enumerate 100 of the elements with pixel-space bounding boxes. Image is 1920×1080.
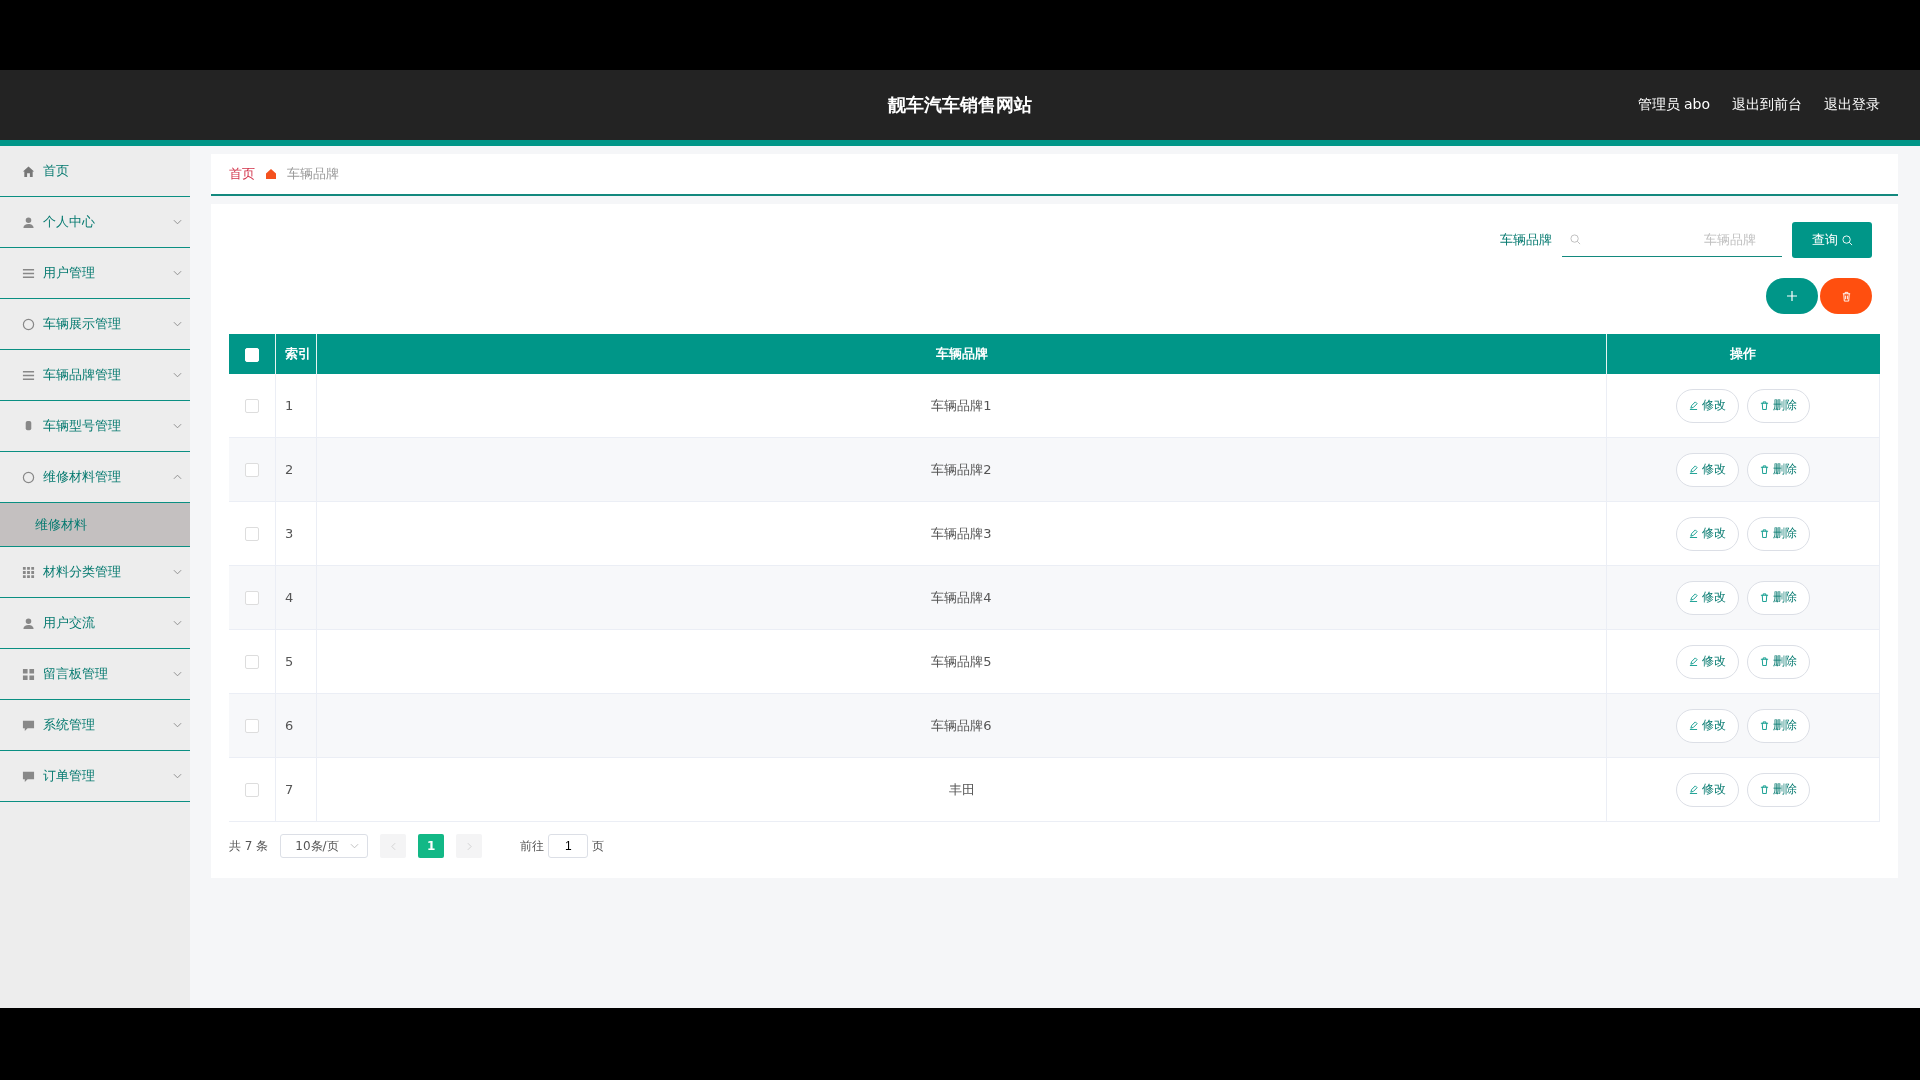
prev-page-button[interactable] xyxy=(380,834,407,858)
menu-icon xyxy=(22,667,35,681)
chevron-icon xyxy=(173,671,182,677)
menu-icon xyxy=(22,164,35,178)
next-page-button[interactable] xyxy=(456,834,483,858)
sidebar-item[interactable]: 车辆品牌管理 xyxy=(0,350,190,401)
add-button[interactable] xyxy=(1766,278,1818,314)
page-suffix: 页 xyxy=(592,837,605,855)
sidebar-item[interactable]: 订单管理 xyxy=(0,751,190,802)
chevron-icon xyxy=(350,843,360,849)
table-cell: 车辆品牌3 xyxy=(316,501,1607,566)
sidebar-item[interactable]: 车辆型号管理 xyxy=(0,401,190,452)
menu-icon xyxy=(22,718,35,732)
submenu-item[interactable]: 维修材料 xyxy=(0,503,190,547)
edit-button[interactable]: 修改 xyxy=(1676,772,1739,807)
table-cell: 车辆品牌2 xyxy=(316,437,1607,502)
delete-row-button[interactable]: 删除 xyxy=(1747,388,1810,423)
edit-button[interactable]: 修改 xyxy=(1676,580,1739,615)
row-checkbox[interactable] xyxy=(245,783,259,798)
row-checkbox[interactable] xyxy=(245,463,259,478)
menu-icon xyxy=(22,317,35,331)
column-header: 操作 xyxy=(1606,334,1880,374)
edit-button[interactable]: 修改 xyxy=(1676,516,1739,551)
chevron-icon xyxy=(173,569,182,575)
sidebar-item[interactable]: 留言板管理 xyxy=(0,649,190,700)
pencil-icon xyxy=(1689,465,1698,474)
delete-row-button[interactable]: 删除 xyxy=(1747,772,1810,807)
chevron-icon xyxy=(173,474,182,480)
table-cell: 车辆品牌6 xyxy=(316,693,1607,758)
row-checkbox[interactable] xyxy=(245,527,259,542)
breadcrumb-current: 车辆品牌 xyxy=(287,165,339,183)
table-cell: 7 xyxy=(275,757,317,822)
search-button[interactable]: 查询 xyxy=(1792,222,1872,258)
trash-icon xyxy=(1760,721,1769,730)
sidebar-item[interactable]: 个人中心 xyxy=(0,197,190,248)
page-input[interactable]: 1 xyxy=(548,834,589,858)
trash-icon xyxy=(1760,593,1769,602)
sidebar-item[interactable]: 材料分类管理 xyxy=(0,547,190,598)
header-link[interactable]: 退出登录 xyxy=(1824,96,1880,114)
delete-row-button[interactable]: 删除 xyxy=(1747,516,1810,551)
table-cell: 4 xyxy=(275,565,317,630)
menu-icon xyxy=(22,215,35,229)
pencil-icon xyxy=(1689,529,1698,538)
sidebar-item[interactable]: 用户交流 xyxy=(0,598,190,649)
delete-row-button[interactable]: 删除 xyxy=(1747,580,1810,615)
chevron-icon xyxy=(173,219,182,225)
menu-icon xyxy=(22,616,35,630)
plus-icon xyxy=(1786,290,1798,302)
row-checkbox[interactable] xyxy=(245,719,259,734)
sidebar-item[interactable]: 首页 xyxy=(0,146,190,197)
pencil-icon xyxy=(1689,721,1698,730)
sidebar-item[interactable]: 用户管理 xyxy=(0,248,190,299)
goto-label: 前往 xyxy=(520,837,545,855)
breadcrumb-link[interactable]: 首页 xyxy=(229,165,255,183)
menu-icon xyxy=(22,470,35,484)
column-header: 索引 xyxy=(275,334,317,374)
chevron-icon xyxy=(173,372,182,378)
row-checkbox[interactable] xyxy=(245,399,259,414)
house-icon xyxy=(265,168,277,180)
menu-icon xyxy=(22,266,35,280)
edit-button[interactable]: 修改 xyxy=(1676,708,1739,743)
delete-row-button[interactable]: 删除 xyxy=(1747,452,1810,487)
trash-icon xyxy=(1760,529,1769,538)
pencil-icon xyxy=(1689,657,1698,666)
trash-icon xyxy=(1760,401,1769,410)
table-cell: 6 xyxy=(275,693,317,758)
delete-button[interactable] xyxy=(1820,278,1872,314)
edit-button[interactable]: 修改 xyxy=(1676,388,1739,423)
table-cell: 5 xyxy=(275,629,317,694)
row-checkbox[interactable] xyxy=(245,655,259,670)
chevron-icon xyxy=(173,270,182,276)
table-cell: 车辆品牌5 xyxy=(316,629,1607,694)
edit-button[interactable]: 修改 xyxy=(1676,644,1739,679)
select-all-checkbox[interactable] xyxy=(245,347,259,362)
pencil-icon xyxy=(1689,593,1698,602)
sidebar-item[interactable]: 车辆展示管理 xyxy=(0,299,190,350)
menu-icon xyxy=(22,368,35,382)
edit-button[interactable]: 修改 xyxy=(1676,452,1739,487)
trash-icon xyxy=(1760,785,1769,794)
chevron-icon xyxy=(173,321,182,327)
chevron-icon xyxy=(173,722,182,728)
sidebar-item[interactable]: 系统管理 xyxy=(0,700,190,751)
table-cell: 3 xyxy=(275,501,317,566)
pencil-icon xyxy=(1689,401,1698,410)
header-link[interactable]: 退出到前台 xyxy=(1732,96,1802,114)
menu-icon xyxy=(22,769,35,783)
total-count: 共 7 条 xyxy=(229,837,269,855)
trash-icon xyxy=(1760,465,1769,474)
chevron-icon xyxy=(173,423,182,429)
search-icon xyxy=(1570,234,1581,245)
table-cell: 丰田 xyxy=(316,757,1607,822)
search-icon xyxy=(1841,234,1853,246)
delete-row-button[interactable]: 删除 xyxy=(1747,644,1810,679)
column-header: 车辆品牌 xyxy=(316,334,1607,374)
table-cell: 车辆品牌4 xyxy=(316,565,1607,630)
delete-row-button[interactable]: 删除 xyxy=(1747,708,1810,743)
table-cell: 车辆品牌1 xyxy=(316,374,1607,438)
page-size-select[interactable]: 10条/页 xyxy=(280,834,369,858)
row-checkbox[interactable] xyxy=(245,591,259,606)
trash-icon xyxy=(1840,290,1852,302)
